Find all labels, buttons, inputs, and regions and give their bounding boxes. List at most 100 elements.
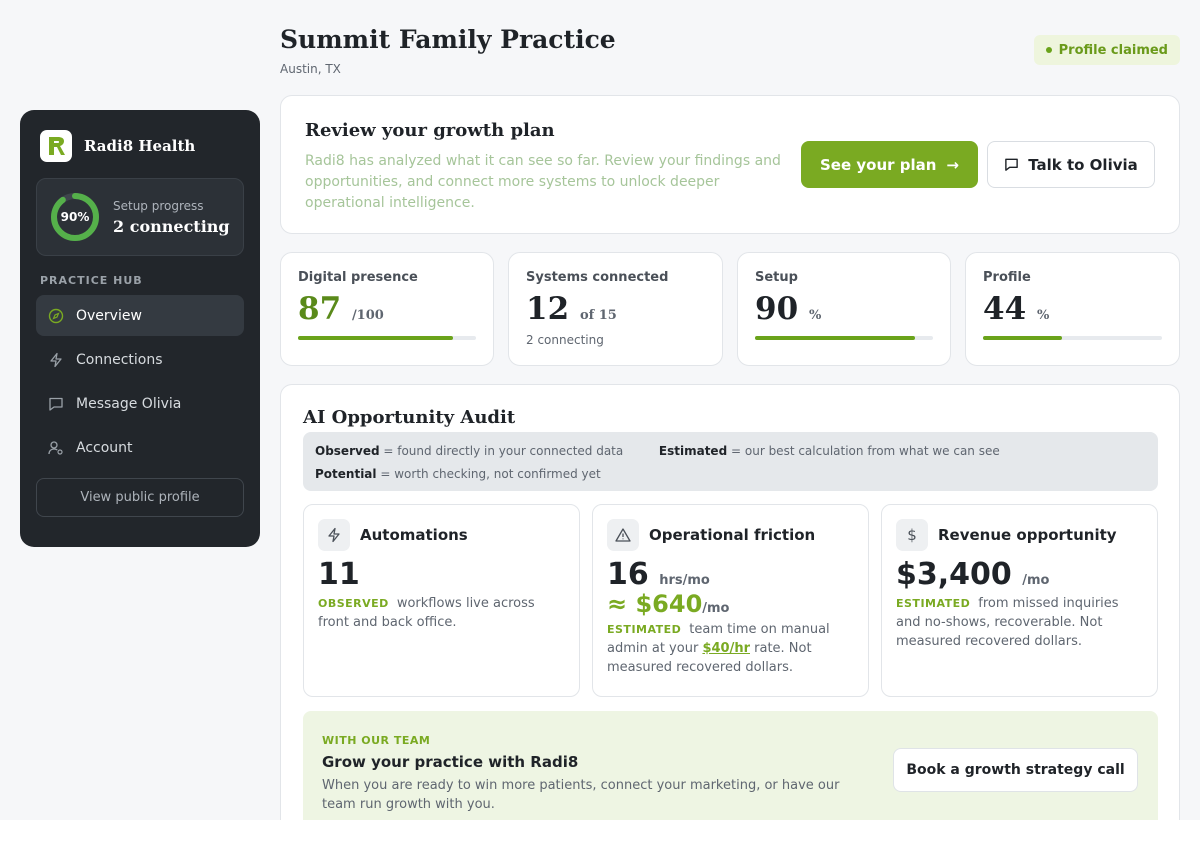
stat-card-profile: Profile 44 %	[965, 252, 1180, 366]
audit-card-unit: /mo	[1022, 573, 1050, 588]
audit-card-unit: hrs/mo	[659, 573, 710, 588]
stat-unit: of 15	[579, 308, 617, 323]
sidebar-item-label: Account	[76, 439, 133, 456]
stat-value: 44 %	[983, 291, 1049, 327]
stat-number: 90	[755, 291, 799, 327]
observed-tag: OBSERVED	[318, 597, 389, 610]
stat-label: Profile	[983, 270, 1031, 285]
setup-progress-percent: 90%	[60, 210, 90, 224]
view-public-profile-button[interactable]: View public profile	[36, 478, 244, 517]
user-settings-icon	[48, 440, 63, 455]
legend-estimated-definition: = our best calculation from what we can …	[731, 444, 1000, 458]
audit-card-estimate-value: ≈ $640	[607, 590, 703, 618]
audit-card-value: $3,400 /mo	[896, 557, 1143, 592]
team-eyebrow: WITH OUR TEAM	[322, 734, 431, 747]
setup-progress-label: Setup progress	[113, 198, 204, 213]
audit-card-operational-friction: Operational friction 16 hrs/mo ≈ $640/mo…	[592, 504, 869, 697]
legend-potential-term: Potential	[315, 467, 377, 481]
growth-plan-panel: Review your growth plan Radi8 has analyz…	[280, 95, 1180, 234]
audit-card-title: Revenue opportunity	[938, 526, 1117, 544]
setup-progress-value: 2 connecting	[113, 216, 230, 236]
legend-observed-definition: = found directly in your connected data	[383, 444, 624, 458]
estimated-tag: ESTIMATED	[896, 597, 971, 610]
stat-progress-bar	[298, 336, 476, 340]
audit-card-number: 16	[607, 557, 649, 592]
stat-progress-bar	[755, 336, 933, 340]
legend-estimated-term: Estimated	[658, 444, 728, 458]
dollar-icon: $	[896, 519, 928, 551]
estimated-tag: ESTIMATED	[607, 623, 682, 636]
sidebar: Radi8 Health 90% Setup progress 2 connec…	[20, 110, 260, 547]
stat-label: Setup	[755, 270, 798, 285]
growth-plan-description: Radi8 has analyzed what it can see so fa…	[305, 153, 781, 211]
stat-number: 12	[526, 291, 570, 327]
book-growth-call-button[interactable]: Book a growth strategy call	[893, 748, 1138, 792]
stat-unit: %	[1036, 308, 1050, 323]
audit-card-value: 16 hrs/mo	[607, 557, 854, 592]
see-your-plan-button[interactable]: See your plan →	[801, 141, 978, 188]
stat-value: 87 /100	[298, 291, 384, 327]
profile-claimed-label: Profile claimed	[1058, 42, 1168, 58]
warning-icon	[607, 519, 639, 551]
sidebar-item-label: Overview	[76, 307, 142, 324]
audit-card-value: 11	[318, 557, 360, 592]
audit-card-estimate: ≈ $640/mo	[607, 590, 854, 618]
sidebar-item-connections[interactable]: Connections	[36, 339, 244, 380]
stat-number: 87	[298, 291, 342, 327]
stat-value: 90 %	[755, 291, 821, 327]
team-description: When you are ready to win more patients,…	[322, 778, 840, 812]
stat-card-systems-connected: Systems connected 12 of 15 2 connecting	[508, 252, 723, 366]
team-cta-banner: WITH OUR TEAM Grow your practice with Ra…	[303, 711, 1158, 820]
stat-unit: %	[808, 308, 822, 323]
stat-card-setup: Setup 90 %	[737, 252, 951, 366]
audit-card-title: Operational friction	[649, 526, 816, 544]
audit-card-title: Automations	[360, 526, 468, 544]
profile-claimed-badge: Profile claimed	[1033, 35, 1180, 65]
stat-label: Systems connected	[526, 270, 669, 285]
audit-card-number: $3,400	[896, 557, 1012, 592]
chat-icon	[49, 397, 63, 411]
legend-potential-definition: = worth checking, not confirmed yet	[380, 467, 601, 481]
practice-hub-heading: PRACTICE HUB	[40, 274, 143, 287]
radi8-logo-icon	[40, 130, 72, 162]
team-title: Grow your practice with Radi8	[322, 753, 579, 771]
stat-unit: /100	[351, 308, 384, 323]
bolt-icon	[50, 352, 62, 367]
brand[interactable]: Radi8 Health	[36, 130, 244, 162]
compass-icon	[48, 308, 64, 323]
sidebar-nav: Overview Connections Message Olivia Acco…	[36, 295, 244, 468]
audit-card-text: ESTIMATED from missed inquiries and no-sh…	[896, 594, 1143, 651]
sidebar-item-overview[interactable]: Overview	[36, 295, 244, 336]
audit-title: AI Opportunity Audit	[303, 407, 516, 428]
audit-legend: Observed = found directly in your connec…	[303, 432, 1158, 491]
chat-icon	[1005, 158, 1019, 171]
talk-to-olivia-button[interactable]: Talk to Olivia	[987, 141, 1155, 188]
status-dot-icon	[1045, 47, 1052, 53]
audit-card-automations: Automations 11 OBSERVED workflows live ac…	[303, 504, 580, 697]
stat-number: 44	[983, 291, 1027, 327]
app-canvas: Summit Family Practice Austin, TX Profil…	[0, 0, 1200, 820]
ai-opportunity-audit-panel: AI Opportunity Audit Observed = found di…	[280, 384, 1180, 820]
stat-progress-bar	[983, 336, 1162, 340]
audit-card-estimate-unit: /mo	[702, 601, 730, 616]
growth-plan-title: Review your growth plan	[305, 120, 555, 141]
stat-value: 12 of 15	[526, 291, 617, 327]
page-title: Summit Family Practice	[280, 25, 616, 54]
arrow-right-icon: →	[946, 155, 959, 174]
sidebar-item-message-olivia[interactable]: Message Olivia	[36, 383, 244, 424]
bolt-icon	[318, 519, 350, 551]
hourly-rate-link[interactable]: $40/hr	[702, 641, 750, 656]
setup-progress-card: 90% Setup progress 2 connecting	[36, 178, 244, 256]
sidebar-item-account[interactable]: Account	[36, 427, 244, 468]
see-your-plan-label: See your plan	[819, 155, 937, 174]
stat-label: Digital presence	[298, 270, 418, 285]
brand-name: Radi8 Health	[84, 137, 196, 155]
setup-progress-ring: 90%	[49, 191, 101, 243]
sidebar-item-label: Connections	[76, 351, 163, 368]
talk-to-olivia-label: Talk to Olivia	[1028, 155, 1138, 174]
legend-observed-term: Observed	[315, 444, 380, 458]
audit-card-revenue-opportunity: $ Revenue opportunity $3,400 /mo ESTIMAT…	[881, 504, 1158, 697]
sidebar-item-label: Message Olivia	[76, 395, 182, 412]
stat-subtext: 2 connecting	[526, 333, 604, 347]
stat-card-digital-presence: Digital presence 87 /100	[280, 252, 494, 366]
